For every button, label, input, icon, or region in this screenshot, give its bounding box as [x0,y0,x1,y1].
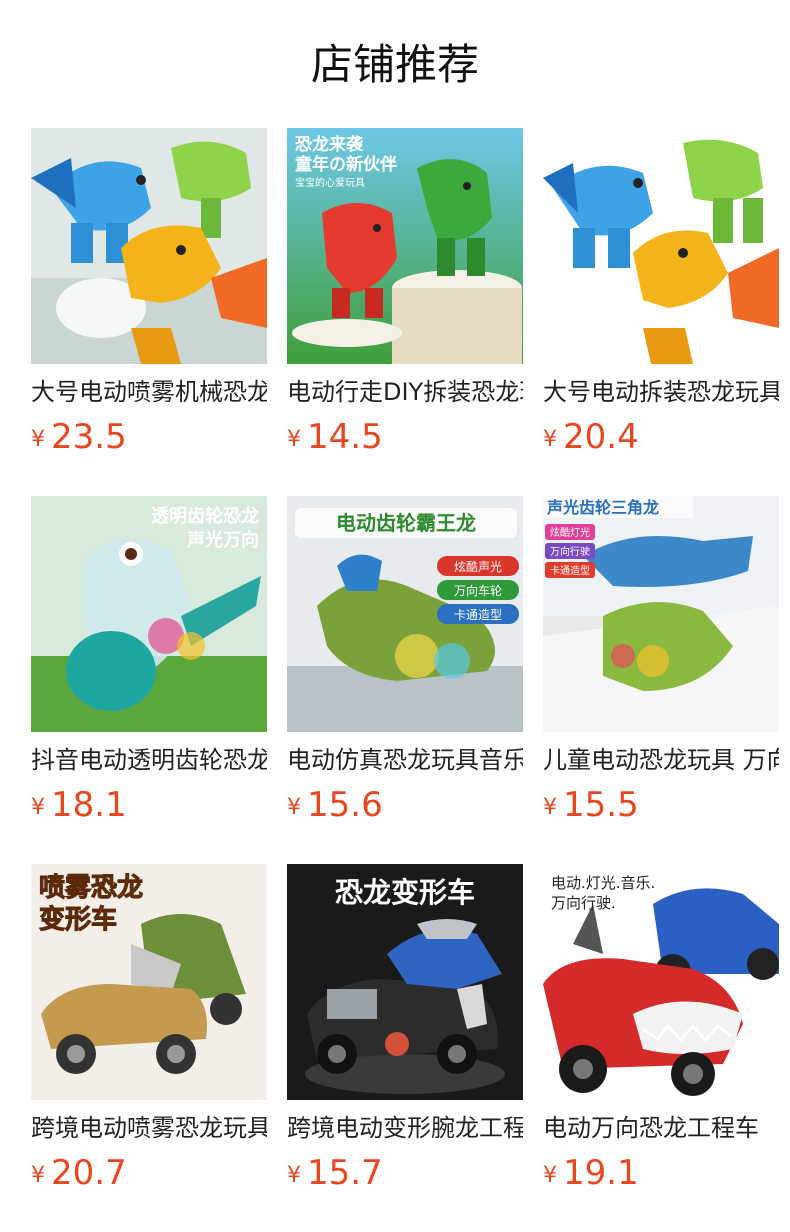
price-amount: 15.6 [307,785,383,825]
product-card[interactable]: 恐龙来袭 童年の新伙伴 宝宝的心爱玩具 电动行走DIY拆装恐龙玩具 ¥14.5 [287,128,523,468]
currency-symbol: ¥ [31,795,45,820]
image-caption: 恐龙变形车 [335,876,475,909]
product-image[interactable]: 透明齿轮恐龙 声光万向 [31,496,267,732]
product-price: ¥20.4 [543,416,779,458]
price-amount: 15.5 [563,785,639,825]
price-amount: 14.5 [307,417,383,457]
image-caption: 声光齿轮三角龙 [546,498,659,517]
currency-symbol: ¥ [543,427,557,452]
product-name[interactable]: 儿童电动恐龙玩具 万向 [543,744,779,776]
image-caption: 炫酷灯光 [550,526,590,539]
product-image[interactable] [543,128,779,364]
currency-symbol: ¥ [31,1163,45,1188]
product-name[interactable]: 大号电动拆装恐龙玩具 [543,376,779,408]
currency-symbol: ¥ [543,1163,557,1188]
image-caption: 宝宝的心爱玩具 [295,176,365,189]
image-caption: 卡通造型 [550,564,590,577]
price-amount: 23.5 [51,417,127,457]
image-caption: 恐龙来袭 [295,134,364,155]
image-caption: 电动齿轮霸王龙 [336,511,476,535]
currency-symbol: ¥ [543,795,557,820]
product-image[interactable]: 声光齿轮三角龙 炫酷灯光 万向行驶 卡通造型 [543,496,779,732]
product-image[interactable]: 喷雾恐龙 变形车 [31,864,267,1100]
image-caption: 万向行驶. [551,894,616,912]
product-card[interactable]: 电动.灯光.音乐. 万向行驶. 电动万向恐龙工程车 ¥19.1 [543,864,779,1204]
product-card[interactable]: 声光齿轮三角龙 炫酷灯光 万向行驶 卡通造型 儿童电动恐龙玩具 万向 ¥15.5 [543,496,779,836]
product-name[interactable]: 抖音电动透明齿轮恐龙 [31,744,267,776]
product-card[interactable]: 电动齿轮霸王龙 炫酷声光 万向车轮 卡通造型 电动仿真恐龙玩具音乐 ¥15.6 [287,496,523,836]
product-card[interactable]: 大号电动拆装恐龙玩具 ¥20.4 [543,128,779,468]
currency-symbol: ¥ [287,795,301,820]
image-caption: 透明齿轮恐龙 [151,505,259,527]
product-price: ¥20.7 [31,1152,267,1194]
image-caption: 万向车轮 [454,583,502,598]
product-name[interactable]: 电动仿真恐龙玩具音乐 [287,744,523,776]
product-image[interactable]: 恐龙变形车 [287,864,523,1100]
currency-symbol: ¥ [31,427,45,452]
product-image[interactable] [31,128,267,364]
product-card[interactable]: 恐龙变形车 跨境电动变形腕龙工程车 ¥15.7 [287,864,523,1204]
product-price: ¥15.5 [543,784,779,826]
product-price: ¥19.1 [543,1152,779,1194]
product-image[interactable]: 恐龙来袭 童年の新伙伴 宝宝的心爱玩具 [287,128,523,364]
image-caption: 万向行驶 [550,545,590,558]
product-card[interactable]: 透明齿轮恐龙 声光万向 抖音电动透明齿轮恐龙 ¥18.1 [31,496,267,836]
image-caption: 电动.灯光.音乐. [551,874,655,892]
product-name[interactable]: 电动万向恐龙工程车 [543,1112,779,1144]
product-price: ¥15.6 [287,784,523,826]
product-name[interactable]: 跨境电动喷雾恐龙玩具 [31,1112,267,1144]
image-caption: 声光万向 [186,529,259,551]
image-caption: 变形车 [39,904,117,935]
product-name[interactable]: 大号电动喷雾机械恐龙玩具 [31,376,267,408]
price-amount: 19.1 [563,1153,639,1193]
image-caption: 童年の新伙伴 [295,154,397,175]
currency-symbol: ¥ [287,1163,301,1188]
product-price: ¥23.5 [31,416,267,458]
product-image[interactable]: 电动.灯光.音乐. 万向行驶. [543,864,779,1100]
image-caption: 喷雾恐龙 [39,873,143,903]
product-image[interactable]: 电动齿轮霸王龙 炫酷声光 万向车轮 卡通造型 [287,496,523,732]
price-amount: 18.1 [51,785,127,825]
product-price: ¥18.1 [31,784,267,826]
product-price: ¥15.7 [287,1152,523,1194]
price-amount: 20.7 [51,1153,127,1193]
product-card[interactable]: 喷雾恐龙 变形车 跨境电动喷雾恐龙玩具 ¥20.7 [31,864,267,1204]
product-price: ¥14.5 [287,416,523,458]
image-caption: 卡通造型 [454,608,502,622]
image-caption: 炫酷声光 [454,559,502,574]
price-amount: 15.7 [307,1153,383,1193]
product-card[interactable]: 大号电动喷雾机械恐龙玩具 ¥23.5 [31,128,267,468]
price-amount: 20.4 [563,417,639,457]
product-name[interactable]: 电动行走DIY拆装恐龙玩具 [287,376,523,408]
currency-symbol: ¥ [287,427,301,452]
page-title: 店铺推荐 [310,40,479,89]
product-name[interactable]: 跨境电动变形腕龙工程车 [287,1112,523,1144]
